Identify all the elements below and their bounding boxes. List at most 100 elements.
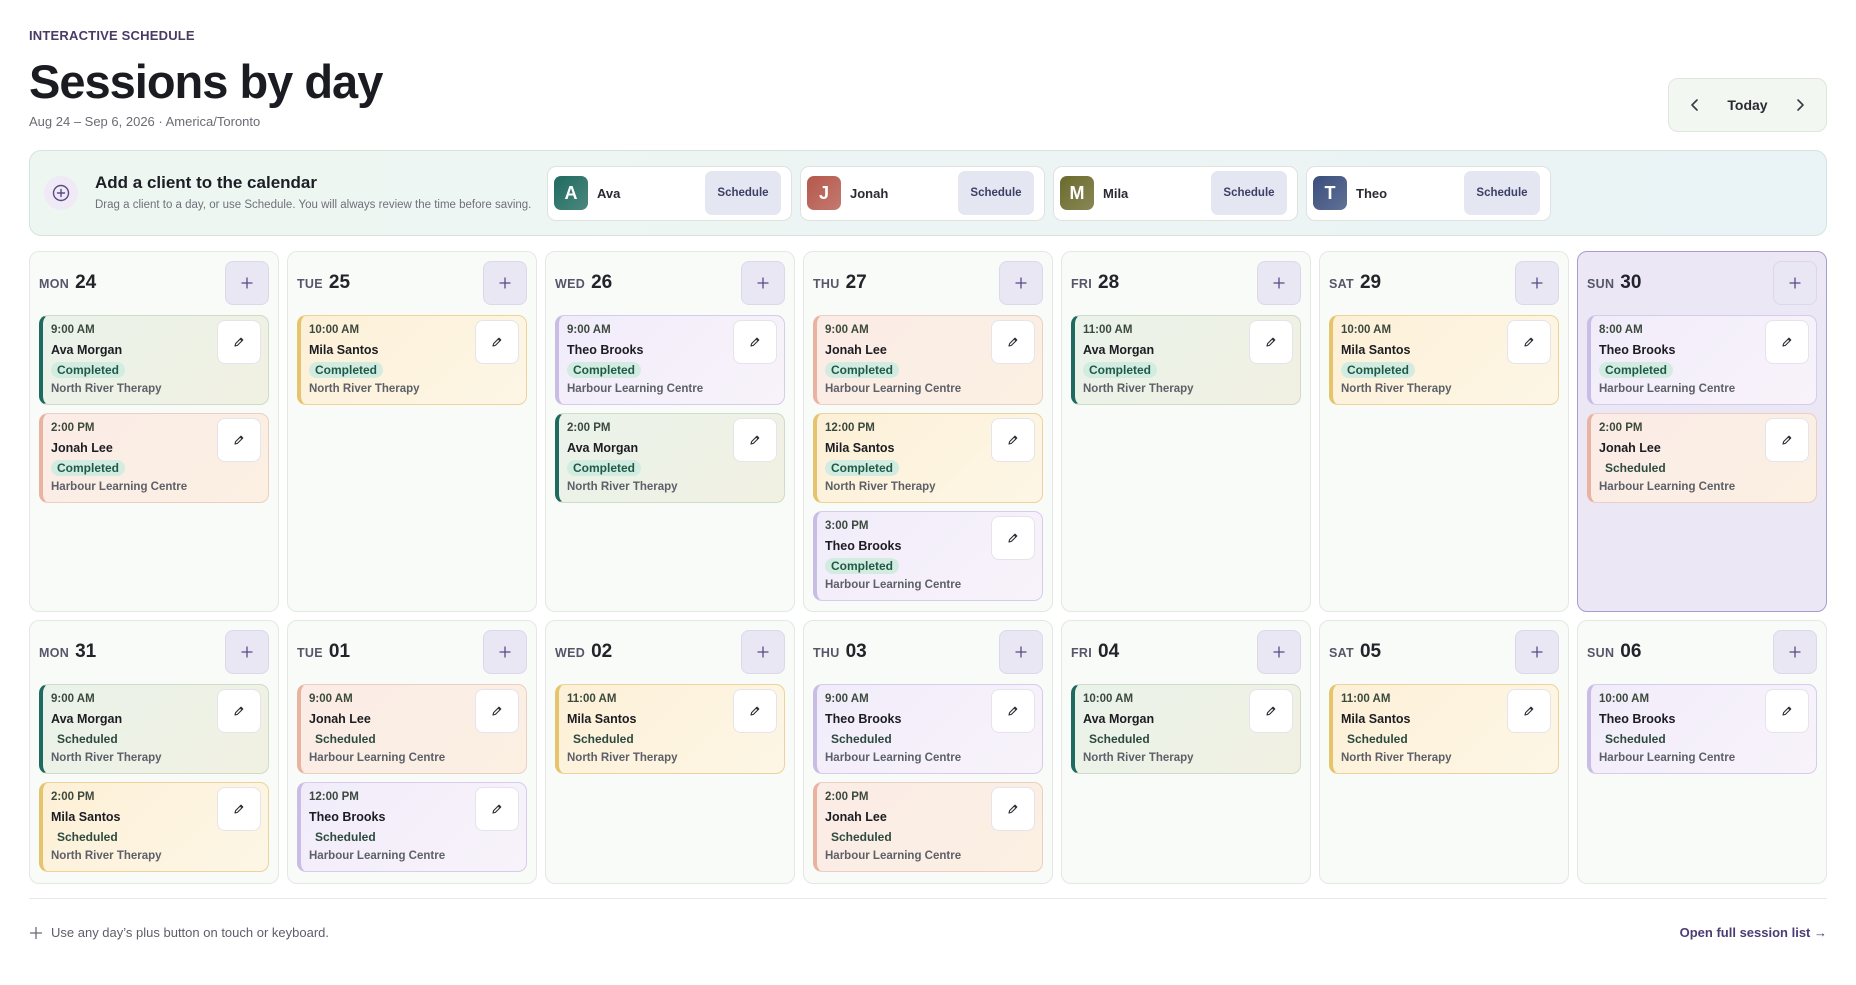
day-of-week: FRI <box>1071 645 1093 660</box>
edit-session-button[interactable] <box>1765 689 1809 733</box>
client-chip-mila[interactable]: M Mila Schedule <box>1053 165 1298 221</box>
pencil-icon <box>750 435 760 445</box>
add-session-button[interactable] <box>1773 260 1817 305</box>
add-session-button[interactable] <box>999 629 1043 674</box>
session-card[interactable]: 9:00 AM Theo Brooks Scheduled Harbour Learn… <box>813 684 1043 774</box>
add-session-button[interactable] <box>483 260 527 305</box>
day-column: WED 02 11:00 AM Mila Santos Scheduled North R… <box>545 620 795 884</box>
edit-session-button[interactable] <box>475 689 519 733</box>
edit-session-button[interactable] <box>991 787 1035 831</box>
schedule-button[interactable]: Schedule <box>1464 171 1540 215</box>
client-chip-jonah[interactable]: J Jonah Schedule <box>800 165 1045 221</box>
schedule-button[interactable]: Schedule <box>1211 171 1287 215</box>
schedule-button[interactable]: Schedule <box>705 171 781 215</box>
status-badge: Scheduled <box>1605 732 1666 746</box>
add-session-button[interactable] <box>999 260 1043 305</box>
day-header: SAT 29 <box>1329 260 1559 305</box>
session-card[interactable]: 2:00 PM Jonah Lee Scheduled Harbour Learnin… <box>813 782 1043 872</box>
add-session-button[interactable] <box>225 260 269 305</box>
pencil-icon <box>492 337 502 347</box>
session-card[interactable]: 8:00 AM Theo Brooks Completed Harbour Learn… <box>1587 315 1817 405</box>
session-card[interactable]: 3:00 PM Theo Brooks Completed Harbour Learn… <box>813 511 1043 601</box>
session-card[interactable]: 9:00 AM Theo Brooks Completed Harbour Learn… <box>555 315 785 405</box>
session-card[interactable]: 12:00 PM Theo Brooks Scheduled Harbour Lear… <box>297 782 527 872</box>
session-card[interactable]: 2:00 PM Mila Santos Scheduled North River T… <box>39 782 269 872</box>
edit-session-button[interactable] <box>733 418 777 462</box>
session-card[interactable]: 11:00 AM Mila Santos Scheduled North River … <box>1329 684 1559 774</box>
session-card[interactable]: 12:00 PM Mila Santos Completed North River … <box>813 413 1043 503</box>
add-circle-icon <box>44 176 78 210</box>
day-label: THU 03 <box>813 641 867 663</box>
day-number: 28 <box>1098 271 1120 293</box>
session-card[interactable]: 11:00 AM Ava Morgan Completed North River T… <box>1071 315 1301 405</box>
session-card[interactable]: 10:00 AM Mila Santos Completed North River … <box>1329 315 1559 405</box>
add-session-button[interactable] <box>1257 629 1301 674</box>
add-session-button[interactable] <box>225 629 269 674</box>
footer-hint-text: Use any day’s plus button on touch or ke… <box>51 925 329 940</box>
session-card[interactable]: 9:00 AM Ava Morgan Completed North River Th… <box>39 315 269 405</box>
add-session-button[interactable] <box>1515 260 1559 305</box>
status-badge: Completed <box>825 558 900 574</box>
eyebrow-label: INTERACTIVE SCHEDULE <box>29 28 195 43</box>
pencil-icon <box>234 706 244 716</box>
add-session-button[interactable] <box>483 629 527 674</box>
add-session-button[interactable] <box>741 629 785 674</box>
client-chip-theo[interactable]: T Theo Schedule <box>1306 165 1551 221</box>
add-session-button[interactable] <box>741 260 785 305</box>
status-badge: Completed <box>825 362 900 378</box>
session-card[interactable]: 2:00 PM Jonah Lee Scheduled Harbour Learnin… <box>1587 413 1817 503</box>
edit-session-button[interactable] <box>1249 689 1293 733</box>
plus-icon <box>1531 276 1543 289</box>
day-number: 06 <box>1620 640 1642 662</box>
open-full-session-list-link[interactable]: Open full session list → <box>1680 925 1827 940</box>
previous-week-button[interactable] <box>1683 93 1707 117</box>
edit-session-button[interactable] <box>1507 689 1551 733</box>
edit-session-button[interactable] <box>991 320 1035 364</box>
session-card[interactable]: 9:00 AM Jonah Lee Completed Harbour Learnin… <box>813 315 1043 405</box>
client-avatar: M <box>1060 176 1094 210</box>
edit-session-button[interactable] <box>1249 320 1293 364</box>
edit-session-button[interactable] <box>1507 320 1551 364</box>
edit-session-button[interactable] <box>217 418 261 462</box>
status-badge: Scheduled <box>1347 732 1408 746</box>
edit-session-button[interactable] <box>217 320 261 364</box>
schedule-button[interactable]: Schedule <box>958 171 1034 215</box>
plus-icon <box>1015 645 1027 658</box>
edit-session-button[interactable] <box>991 689 1035 733</box>
plus-icon <box>499 276 511 289</box>
status-badge: Completed <box>1083 362 1158 378</box>
session-card[interactable]: 11:00 AM Mila Santos Scheduled North River … <box>555 684 785 774</box>
add-session-button[interactable] <box>1515 629 1559 674</box>
session-card[interactable]: 2:00 PM Ava Morgan Completed North River Th… <box>555 413 785 503</box>
day-column: SAT 29 10:00 AM Mila Santos Completed North R… <box>1319 251 1569 612</box>
add-session-button[interactable] <box>1257 260 1301 305</box>
session-card[interactable]: 10:00 AM Ava Morgan Scheduled North River T… <box>1071 684 1301 774</box>
day-label: FRI 04 <box>1071 641 1119 663</box>
edit-session-button[interactable] <box>1765 418 1809 462</box>
edit-session-button[interactable] <box>991 516 1035 560</box>
session-card[interactable]: 10:00 AM Mila Santos Completed North River … <box>297 315 527 405</box>
status-badge: Completed <box>825 460 900 476</box>
session-card[interactable]: 9:00 AM Jonah Lee Scheduled Harbour Learnin… <box>297 684 527 774</box>
client-chip-ava[interactable]: A Ava Schedule <box>547 165 792 221</box>
add-session-button[interactable] <box>1773 629 1817 674</box>
edit-session-button[interactable] <box>475 320 519 364</box>
session-card[interactable]: 2:00 PM Jonah Lee Completed Harbour Learnin… <box>39 413 269 503</box>
edit-session-button[interactable] <box>733 689 777 733</box>
edit-session-button[interactable] <box>1765 320 1809 364</box>
status-badge: Completed <box>567 460 642 476</box>
session-card[interactable]: 10:00 AM Theo Brooks Scheduled Harbour Lear… <box>1587 684 1817 774</box>
day-header: MON 24 <box>39 260 269 305</box>
edit-session-button[interactable] <box>217 689 261 733</box>
edit-session-button[interactable] <box>475 787 519 831</box>
edit-session-button[interactable] <box>991 418 1035 462</box>
day-of-week: TUE <box>297 276 323 291</box>
today-button[interactable]: Today <box>1727 97 1767 113</box>
day-column: MON 24 9:00 AM Ava Morgan Completed North Riv… <box>29 251 279 612</box>
page-title: Sessions by day <box>29 55 383 108</box>
edit-session-button[interactable] <box>217 787 261 831</box>
session-location: North River Therapy <box>51 850 162 862</box>
session-card[interactable]: 9:00 AM Ava Morgan Scheduled North River Th… <box>39 684 269 774</box>
next-week-button[interactable] <box>1788 93 1812 117</box>
edit-session-button[interactable] <box>733 320 777 364</box>
